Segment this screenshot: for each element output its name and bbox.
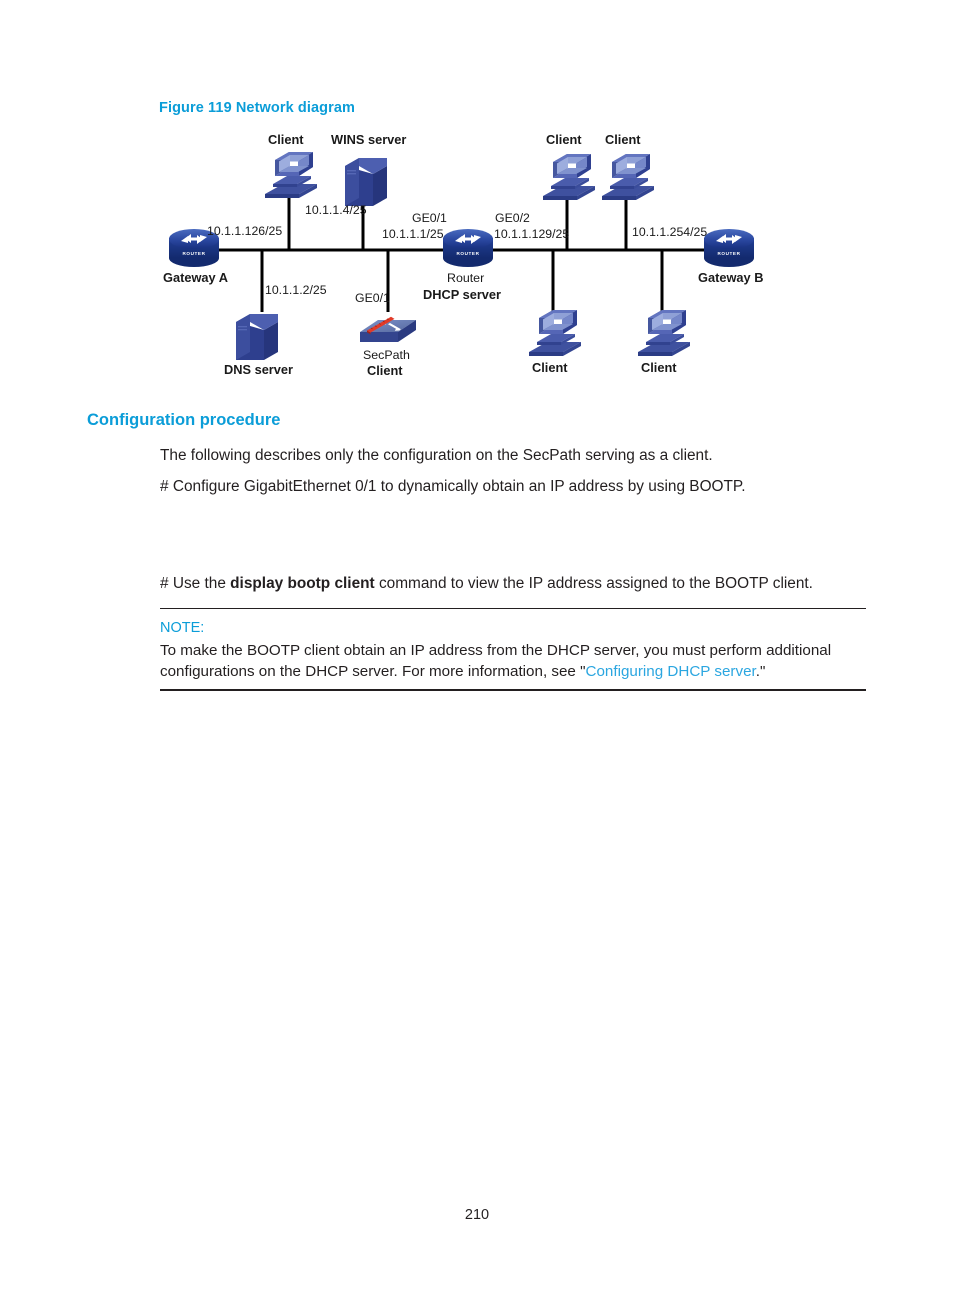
note-label: NOTE: <box>160 620 205 637</box>
paragraph-display-command: # Use the display bootp client command t… <box>160 574 813 594</box>
label-ip-gateway-a: 10.1.1.126/25 <box>207 224 283 238</box>
icon-router-gateway-b: ROUTER <box>704 229 754 267</box>
section-heading-configuration-procedure: Configuration procedure <box>87 411 281 429</box>
network-diagram: ROUTER ROUTER ROUTER Client WINS server … <box>0 120 954 390</box>
label-client-top-1: Client <box>268 132 304 147</box>
note-bottom-rule <box>160 689 866 691</box>
label-ip-router-ge01: 10.1.1.1/25 <box>382 227 444 241</box>
note-line-2-pre: configurations on the DHCP server. For m… <box>160 663 586 681</box>
label-iface-router-ge01: GE0/1 <box>412 211 447 225</box>
label-ip-gateway-b: 10.1.1.254/25 <box>632 225 708 239</box>
svg-text:ROUTER: ROUTER <box>457 251 480 256</box>
label-dns-server: DNS server <box>224 362 294 377</box>
note-body: To make the BOOTP client obtain an IP ad… <box>160 640 866 682</box>
icon-pc-client-bottom-2 <box>638 310 690 356</box>
icon-pc-client-bottom-1 <box>529 310 581 356</box>
command-display-bootp-client: display bootp client <box>230 575 375 592</box>
paragraph-configure-command: # Configure GigabitEthernet 0/1 to dynam… <box>160 478 746 495</box>
label-secpath-name: SecPath <box>363 348 410 362</box>
note-top-rule <box>160 608 866 610</box>
note-line-2-post: ." <box>755 663 766 681</box>
label-router-name: Router <box>447 271 485 285</box>
paragraph-display-command-post: command to view the IP address assigned … <box>374 575 813 592</box>
svg-text:ROUTER: ROUTER <box>183 251 206 256</box>
icon-router-dhcp: ROUTER <box>443 229 493 267</box>
label-secpath-role: Client <box>367 363 403 378</box>
paragraph-display-command-pre: # Use the <box>160 575 231 592</box>
icon-server-wins <box>345 158 387 206</box>
label-gateway-a: Gateway A <box>163 270 228 285</box>
label-ip-router-ge02: 10.1.1.129/25 <box>494 227 570 241</box>
paragraph-intro: The following describes only the configu… <box>160 447 713 464</box>
label-iface-router-ge02: GE0/2 <box>495 211 530 225</box>
page-number: 210 <box>464 1207 490 1223</box>
label-router-role: DHCP server <box>423 287 502 302</box>
note-line-1: To make the BOOTP client obtain an IP ad… <box>160 642 832 660</box>
svg-text:ROUTER: ROUTER <box>718 251 741 256</box>
label-client-bottom-1: Client <box>532 360 568 375</box>
icon-pc-client-top-2 <box>543 154 595 200</box>
icon-pc-client-top-1 <box>265 152 317 198</box>
label-iface-secpath: GE0/1 <box>355 291 390 305</box>
note-block: NOTE: To make the BOOTP client obtain an… <box>160 608 866 691</box>
link-configuring-dhcp-server[interactable]: Configuring DHCP server <box>586 663 756 680</box>
network-diagram-svg: ROUTER ROUTER ROUTER <box>169 152 754 360</box>
label-wins-server: WINS server <box>331 132 407 147</box>
figure-caption: Figure 119 Network diagram <box>159 100 355 116</box>
label-client-top-3: Client <box>605 132 641 147</box>
icon-firewall-secpath <box>360 316 416 342</box>
label-gateway-b: Gateway B <box>698 270 764 285</box>
label-client-top-2: Client <box>546 132 582 147</box>
document-page: Figure 119 Network diagram ROUTER ROUTER… <box>0 0 954 1296</box>
icon-server-dns <box>236 314 278 360</box>
label-ip-dns: 10.1.1.2/25 <box>265 283 327 297</box>
label-ip-wins: 10.1.1.4/25 <box>305 203 367 217</box>
icon-pc-client-top-3 <box>602 154 654 200</box>
label-client-bottom-2: Client <box>641 360 677 375</box>
